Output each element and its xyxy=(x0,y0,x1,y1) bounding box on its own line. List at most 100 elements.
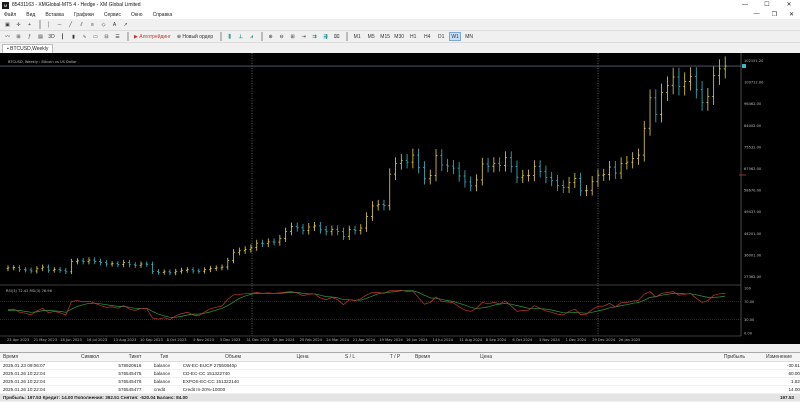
tile-icon[interactable]: ⊟ xyxy=(102,32,111,41)
depth-of-market-icon[interactable]: ⫼ xyxy=(225,32,234,41)
time-axis-label: 29 Dec 2024 xyxy=(592,338,616,342)
line-chart-icon[interactable]: ∿ xyxy=(80,32,89,41)
menu-file[interactable]: Файл xyxy=(4,12,16,18)
time-axis-label: 28 Jan 2024 xyxy=(273,338,295,342)
profile-icon[interactable]: ☰ xyxy=(113,32,122,41)
cell-time: 2025.01.23 09:06:07 xyxy=(3,363,46,368)
shapes-icon[interactable]: ◇ xyxy=(99,20,108,29)
zoom-in-icon[interactable]: ⊕ xyxy=(266,32,275,41)
col-type[interactable]: Тип xyxy=(160,354,225,360)
time-axis-label: 19 May 2024 xyxy=(379,338,403,342)
chart-window[interactable]: 102151.20 100712.00 96462.00 84002.00 75532.… xyxy=(0,53,800,344)
col-close-price[interactable]: Цена xyxy=(480,354,670,360)
history-row[interactable]: 2025.01.26 10:22:04 576545477 credit Credit… xyxy=(0,386,800,394)
col-volume[interactable]: Объем xyxy=(225,354,280,360)
menu-insert[interactable]: Вставка xyxy=(45,12,64,18)
col-time[interactable]: Время xyxy=(0,354,70,360)
cell-time: 2025.01.26 10:22:04 xyxy=(3,371,46,376)
price-axis-label: 58670.00 xyxy=(744,189,762,193)
new-order-button[interactable]: ⊕ Новый ордер xyxy=(175,32,215,41)
add-icon[interactable]: + xyxy=(25,20,34,29)
text-icon[interactable]: A xyxy=(110,20,119,29)
screenshot-icon[interactable]: ⌧ xyxy=(332,32,341,41)
cell-profit: -30.51 xyxy=(786,363,800,368)
timeframe-mn[interactable]: MN xyxy=(463,32,475,41)
history-header: Время Символ Тикет Тип Объем Цена S / L … xyxy=(0,353,800,362)
autoscroll-icon[interactable]: ⇉ xyxy=(310,32,319,41)
horizontal-line-icon[interactable]: ─ xyxy=(55,20,64,29)
col-price[interactable]: Цена xyxy=(280,354,325,360)
minimize-button[interactable]: — xyxy=(734,0,756,10)
timeframe-m15[interactable]: M15 xyxy=(379,32,391,41)
cell-ticket: 576545475 xyxy=(118,371,142,376)
price-axis-label: 96462.00 xyxy=(744,102,762,106)
window-icon[interactable]: ▭ xyxy=(91,32,100,41)
menu-tools[interactable]: Сервис xyxy=(104,12,121,18)
chart-tab-btcusd[interactable]: ▪ BTCUSD,Weekly xyxy=(2,44,54,53)
trendline-icon[interactable]: ╱ xyxy=(66,20,75,29)
menu-window[interactable]: Окно xyxy=(131,12,143,18)
col-sl[interactable]: S / L xyxy=(325,354,375,360)
timeframe-d1[interactable]: D1 xyxy=(435,32,447,41)
price-axis-label: 36001.00 xyxy=(744,253,762,257)
bar-up-icon[interactable]: ⊥ xyxy=(236,32,245,41)
time-axis-label: 14 Jul 2024 xyxy=(433,338,454,342)
algotrading-button[interactable]: ▶ Алготрейдинг xyxy=(132,32,173,41)
timeframe-m30[interactable]: M30 xyxy=(393,32,405,41)
col-tp[interactable]: T / P xyxy=(375,354,415,360)
scroll-icon[interactable]: ⇥ xyxy=(299,32,308,41)
new-order-label: Новый ордер xyxy=(182,33,214,40)
templates-icon[interactable]: ▤ xyxy=(36,32,45,41)
vertical-line-icon[interactable]: │ xyxy=(44,20,53,29)
time-axis-label: 6 Oct 2024 xyxy=(512,338,533,342)
timeframe-m1[interactable]: M1 xyxy=(351,32,363,41)
mdi-close-button[interactable]: ✕ xyxy=(789,11,794,18)
arrows-icon[interactable]: ↗ xyxy=(121,20,130,29)
toolbar-separator xyxy=(127,32,129,41)
col-symbol[interactable]: Символ xyxy=(70,354,110,360)
menu-charts[interactable]: Графики xyxy=(74,12,94,18)
time-axis-label: 8 Sep 2024 xyxy=(486,338,507,342)
menu-help[interactable]: Справка xyxy=(153,12,173,18)
col-ticket[interactable]: Тикет xyxy=(110,354,160,360)
history-row[interactable]: 2025.01.26 10:22:04 576545476 balance EXPOS… xyxy=(0,378,800,386)
time-axis-label: 5 Nov 2023 xyxy=(193,338,214,342)
col-close-time[interactable]: Время xyxy=(415,354,480,360)
time-axis-label: 31 Dec 2023 xyxy=(246,338,269,342)
fibonacci-icon[interactable]: ≡ xyxy=(88,20,97,29)
summary-total: 197.53 xyxy=(779,395,794,400)
new-chart-icon[interactable]: ▣ xyxy=(3,20,12,29)
timeframe-h1[interactable]: H1 xyxy=(407,32,419,41)
menu-view[interactable]: Вид xyxy=(26,12,35,18)
timeframe-h4[interactable]: H4 xyxy=(421,32,433,41)
chart-type-icon[interactable]: 〰 xyxy=(3,32,12,41)
grid-icon[interactable]: ⊞ xyxy=(288,32,297,41)
history-row[interactable]: 2025.01.23 09:06:07 578920616 balance CW-EC… xyxy=(0,362,800,370)
mdi-restore-button[interactable]: ❐ xyxy=(772,11,777,18)
zoom-out-icon[interactable]: ⊖ xyxy=(277,32,286,41)
col-change[interactable]: Изменение xyxy=(745,354,795,360)
maximize-button[interactable]: ☐ xyxy=(756,0,778,10)
price-chart[interactable]: 102151.20 100712.00 96462.00 84002.00 75532.… xyxy=(0,53,800,344)
timeframe-m5[interactable]: M5 xyxy=(365,32,377,41)
mdi-minimize-button[interactable]: — xyxy=(754,11,760,18)
time-axis-label: 3 Dec 2023 xyxy=(220,338,241,342)
3d-icon[interactable]: 3D xyxy=(47,32,56,41)
signals-icon[interactable]: ⩘ xyxy=(247,32,256,41)
channel-icon[interactable]: ⫽ xyxy=(77,20,86,29)
history-row[interactable]: 2025.01.26 10:22:04 576545475 balance CD-EC… xyxy=(0,370,800,378)
close-button[interactable]: ✕ xyxy=(778,0,800,10)
candles-icon[interactable]: ▮ xyxy=(69,32,78,41)
toolbar-separator xyxy=(220,32,223,41)
timeframe-w1[interactable]: W1 xyxy=(449,32,462,41)
col-profit[interactable]: Прибыль xyxy=(670,354,745,360)
chart-shift-icon[interactable]: ⇶ xyxy=(321,32,330,41)
indicators-icon[interactable]: ƒ xyxy=(25,32,34,41)
cell-comment: Credit In-20%-10000 xyxy=(182,387,226,392)
axis-layer: 102151.20 100712.00 96462.00 84002.00 75532.… xyxy=(7,59,764,342)
cell-ticket: 576545477 xyxy=(118,387,142,392)
crosshair-icon[interactable]: ✛ xyxy=(14,20,23,29)
objects-icon[interactable]: ⊞ xyxy=(14,32,23,41)
summary-text: Прибыль: 197.53 Кредит: 14.00 Пополнения… xyxy=(3,395,188,400)
bar-chart-icon[interactable]: ┃ xyxy=(58,32,67,41)
